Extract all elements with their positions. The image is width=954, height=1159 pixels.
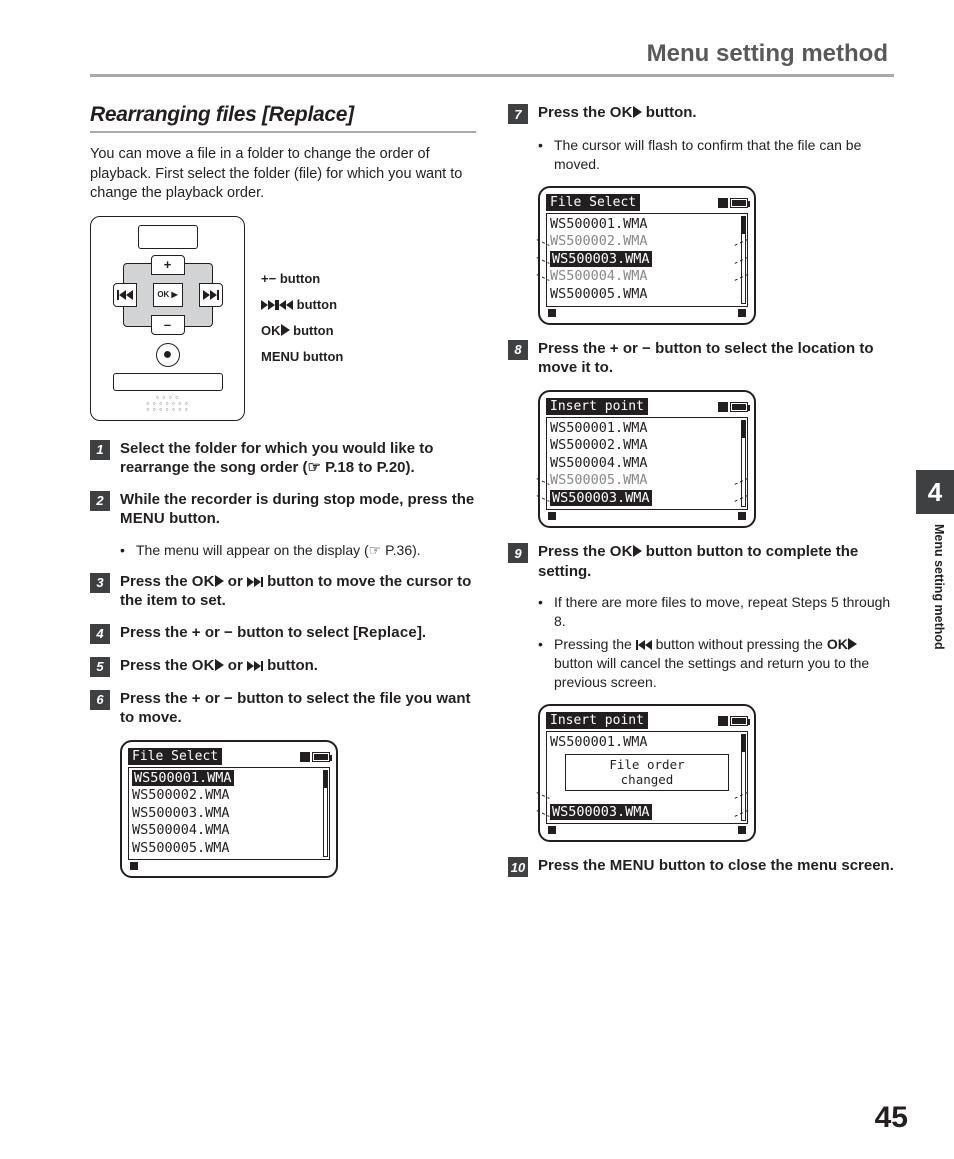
lcd-row: WS500005.WMA — [550, 472, 744, 490]
trash-icon — [738, 309, 746, 317]
trash-icon — [738, 512, 746, 520]
battery-icon — [730, 198, 748, 208]
stop-icon — [718, 716, 728, 726]
fast-forward-icon — [247, 661, 263, 671]
plus-button-icon: + — [151, 255, 185, 275]
lcd-row: WS500002.WMA — [550, 233, 744, 251]
lcd-row: WS500001.WMA — [550, 420, 744, 438]
lcd-screen-insert-point-1: Insert point WS500001.WMA WS500002.WMA W… — [538, 390, 756, 529]
scrollbar — [741, 216, 746, 304]
step-7-text: Press the OK button. — [538, 103, 697, 124]
trash-icon — [738, 826, 746, 834]
folder-icon — [130, 862, 138, 870]
rewind-button-icon — [113, 283, 137, 307]
lcd-screen-file-select-1: File Select WS500001.WMA WS500002.WMA WS… — [120, 740, 338, 879]
minus-button-icon: – — [151, 315, 185, 335]
folder-icon — [548, 826, 556, 834]
step-9-note-b: Pressing the button without pressing the… — [538, 635, 894, 692]
scrollbar — [323, 770, 328, 858]
record-button-icon: ● — [156, 343, 180, 367]
battery-icon — [730, 716, 748, 726]
lcd-row: WS500003.WMA — [550, 490, 744, 508]
lcd-title: Insert point — [546, 712, 648, 729]
lcd-title: File Select — [128, 748, 222, 765]
fast-forward-icon — [247, 577, 263, 587]
forward-button-icon — [199, 283, 223, 307]
lcd-screen-file-select-2: File Select WS500001.WMA WS500002.WMA WS… — [538, 186, 756, 325]
lcd-row: WS500001.WMA — [550, 734, 744, 752]
lcd-row: WS500004.WMA — [132, 822, 326, 840]
step-badge: 5 — [90, 657, 110, 677]
step-badge: 3 — [90, 573, 110, 593]
lcd-row: WS500004.WMA — [550, 455, 744, 473]
step-badge: 1 — [90, 440, 110, 460]
scrollbar — [741, 734, 746, 822]
step-3-text: Press the OK or button to move the curso… — [120, 572, 476, 611]
battery-icon — [730, 402, 748, 412]
play-icon — [281, 324, 290, 336]
folder-icon — [548, 512, 556, 520]
header-title: Menu setting method — [90, 40, 894, 68]
lcd-row: WS500005.WMA — [550, 286, 744, 304]
play-icon — [215, 659, 224, 671]
lcd-row: WS500003.WMA — [550, 251, 744, 269]
step-8-text: Press the + or − button to select the lo… — [538, 339, 894, 378]
page-number: 45 — [875, 1101, 908, 1135]
stop-icon — [718, 402, 728, 412]
header-rule — [90, 74, 894, 77]
step-badge: 4 — [90, 624, 110, 644]
section-title: Rearranging files [Replace] — [90, 103, 476, 133]
lcd-dialog: File order changed — [565, 754, 729, 791]
step-7-note: The cursor will flash to confirm that th… — [538, 136, 894, 174]
lcd-row: WS500003.WMA — [132, 805, 326, 823]
lcd-row: WS500003.WMA — [550, 804, 744, 822]
folder-icon — [548, 309, 556, 317]
lcd-row: WS500002.WMA — [132, 787, 326, 805]
play-icon — [633, 545, 642, 557]
chapter-label: Menu setting method — [932, 524, 946, 650]
intro-text: You can move a file in a folder to chang… — [90, 145, 476, 204]
play-icon — [633, 106, 642, 118]
lcd-row: WS500005.WMA — [132, 840, 326, 858]
step-1-text: Select the folder for which you would li… — [120, 439, 476, 478]
device-illustration: + – OK ▶ ● ○ ○ ○ ○○ ○ ○ ○ ○ ○ ○○ ○ ○ ○ ○… — [90, 216, 245, 421]
play-icon — [848, 638, 857, 650]
step-6-text: Press the + or − button to select the fi… — [120, 689, 476, 728]
step-9-text: Press the OK button button to complete t… — [538, 542, 894, 581]
rewind-icon — [636, 640, 652, 650]
stop-icon — [718, 198, 728, 208]
lcd-title: Insert point — [546, 398, 648, 415]
step-4-text: Press the + or − button to select [Repla… — [120, 623, 426, 644]
device-legend: +− button button OK button MENU button — [261, 266, 343, 371]
ok-button-icon: OK ▶ — [153, 283, 183, 307]
lcd-row: WS500001.WMA — [132, 770, 326, 788]
step-2-text: While the recorder is during stop mode, … — [120, 490, 476, 529]
step-badge: 9 — [508, 543, 528, 563]
lcd-title: File Select — [546, 194, 640, 211]
lcd-row: WS500001.WMA — [550, 216, 744, 234]
step-9-note-a: If there are more files to move, repeat … — [538, 593, 894, 631]
step-10-text: Press the MENU button to close the menu … — [538, 856, 894, 877]
scrollbar — [741, 420, 746, 508]
step-badge: 2 — [90, 491, 110, 511]
step-badge: 10 — [508, 857, 528, 877]
step-2-note: The menu will appear on the display (☞ P… — [120, 541, 476, 560]
battery-icon — [312, 752, 330, 762]
step-5-text: Press the OK or button. — [120, 656, 318, 677]
lcd-row: WS500004.WMA — [550, 268, 744, 286]
step-badge: 6 — [90, 690, 110, 710]
lcd-screen-insert-point-2: Insert point WS500001.WMA WS500003.WMA F… — [538, 704, 756, 843]
chapter-tab: 4 — [916, 470, 954, 514]
lcd-row: WS500002.WMA — [550, 437, 744, 455]
stop-icon — [300, 752, 310, 762]
step-badge: 7 — [508, 104, 528, 124]
play-icon — [215, 575, 224, 587]
step-badge: 8 — [508, 340, 528, 360]
